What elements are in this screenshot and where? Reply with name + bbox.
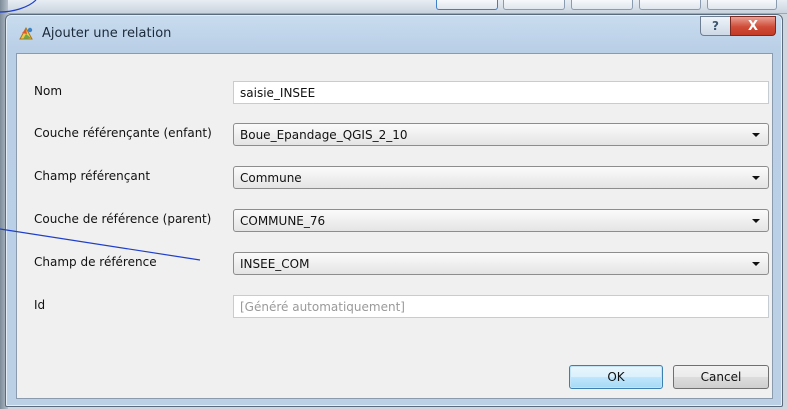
- referenced-field-label: Champ de référence: [34, 255, 157, 269]
- referencing-field-select[interactable]: Commune: [233, 166, 769, 189]
- dialog-title: Ajouter une relation: [42, 26, 172, 41]
- cancel-button[interactable]: Cancel: [673, 365, 769, 389]
- referenced-layer-select[interactable]: COMMUNE_76: [233, 209, 769, 232]
- background-button: [571, 0, 633, 10]
- background-button: [707, 0, 777, 10]
- referenced-layer-label: Couche de référence (parent): [34, 212, 212, 226]
- cancel-button-label: Cancel: [700, 370, 742, 384]
- background-button: [436, 0, 498, 10]
- title-bar[interactable]: Ajouter une relation ? X: [6, 15, 782, 53]
- ok-button-label: OK: [607, 370, 625, 384]
- background-button: [639, 0, 701, 10]
- qgis-relation-icon: [19, 26, 33, 40]
- nom-input[interactable]: saisie_INSEE: [233, 81, 769, 104]
- background-button: [503, 0, 565, 10]
- close-icon: X: [747, 18, 759, 34]
- referenced-layer-value: COMMUNE_76: [240, 214, 326, 228]
- referenced-field-select[interactable]: INSEE_COM: [233, 252, 769, 275]
- referenced-field-value: INSEE_COM: [240, 257, 310, 271]
- title-buttons: ? X: [700, 16, 776, 36]
- referencing-layer-label: Couche référençante (enfant): [34, 126, 212, 140]
- referencing-field-label: Champ référençant: [34, 169, 151, 183]
- dialog-body: Nom saisie_INSEE Couche référençante (en…: [16, 53, 773, 399]
- nom-label: Nom: [34, 84, 63, 98]
- close-button[interactable]: X: [730, 16, 776, 36]
- id-label: Id: [34, 298, 46, 312]
- chevron-down-icon: [752, 133, 760, 137]
- chevron-down-icon: [752, 262, 760, 266]
- referencing-field-value: Commune: [240, 171, 302, 185]
- referencing-layer-value: Boue_Epandage_QGIS_2_10: [240, 128, 408, 142]
- id-input[interactable]: [Généré automatiquement]: [233, 295, 769, 318]
- add-relation-dialog: Ajouter une relation ? X Nom saisie_INSE…: [5, 14, 783, 407]
- chevron-down-icon: [752, 219, 760, 223]
- background-toolbar: [0, 0, 787, 14]
- chevron-down-icon: [752, 176, 760, 180]
- referencing-layer-select[interactable]: Boue_Epandage_QGIS_2_10: [233, 123, 769, 146]
- help-icon: ?: [712, 19, 719, 33]
- help-button[interactable]: ?: [700, 16, 730, 36]
- ok-button[interactable]: OK: [569, 365, 663, 389]
